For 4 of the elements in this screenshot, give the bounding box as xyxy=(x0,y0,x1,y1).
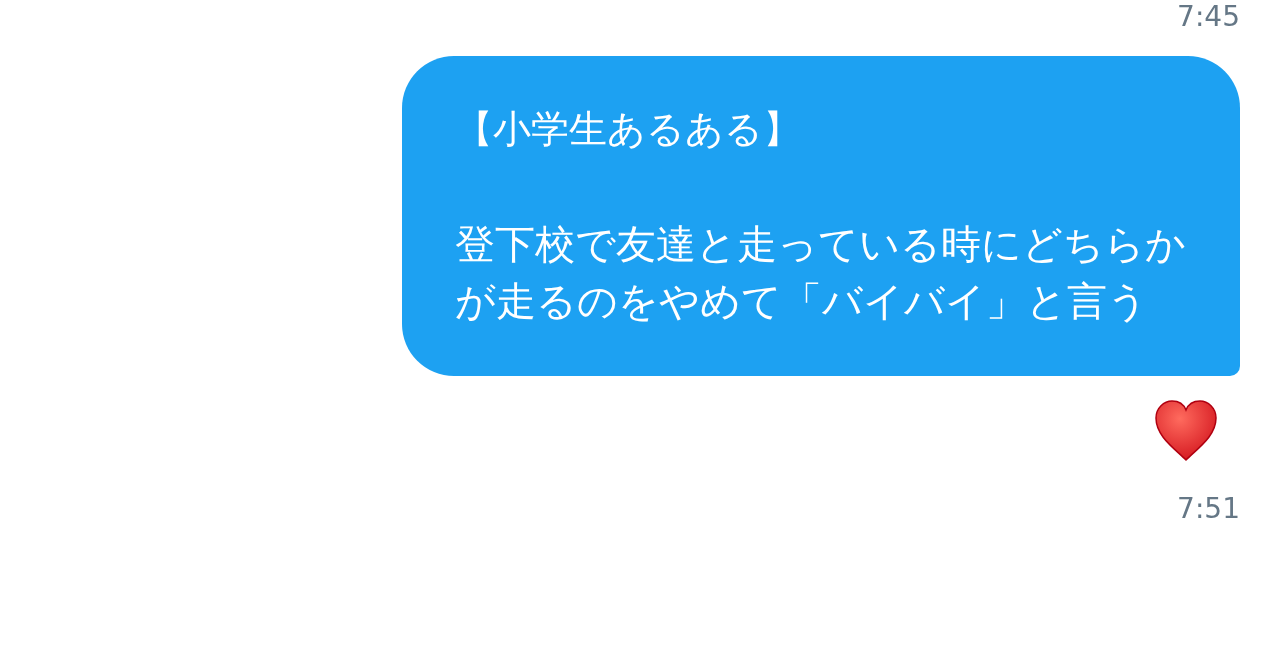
message-text: 登下校で友達と走っている時にどちらかが走るのをやめて「バイバイ」と言う xyxy=(455,220,1187,326)
timestamp: 7:51 xyxy=(1177,492,1240,526)
timestamp: 7:45 xyxy=(1177,0,1240,34)
message-title: 【小学生あるある】 xyxy=(455,106,802,153)
